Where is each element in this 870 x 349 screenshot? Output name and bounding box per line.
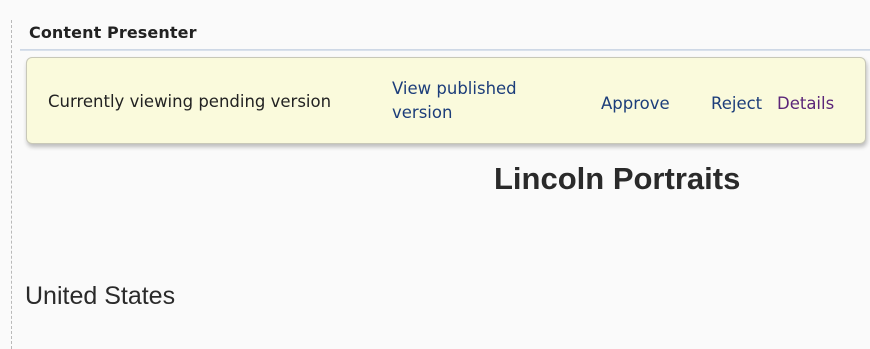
panel-title: Content Presenter (29, 23, 197, 42)
view-published-line-1: View published (392, 79, 517, 98)
layout-guide-line (11, 20, 12, 349)
content-subheading: United States (25, 282, 176, 310)
header-divider (20, 49, 870, 51)
approve-link[interactable]: Approve (601, 92, 670, 116)
view-published-version-link[interactable]: View published version (392, 77, 542, 125)
details-link[interactable]: Details (777, 92, 834, 116)
reject-link[interactable]: Reject (711, 92, 762, 116)
view-published-line-2: version (392, 103, 453, 122)
content-presenter-page: Content Presenter Currently viewing pend… (0, 0, 870, 349)
pending-version-message: Currently viewing pending version (48, 92, 332, 111)
content-heading: Lincoln Portraits (494, 161, 741, 196)
